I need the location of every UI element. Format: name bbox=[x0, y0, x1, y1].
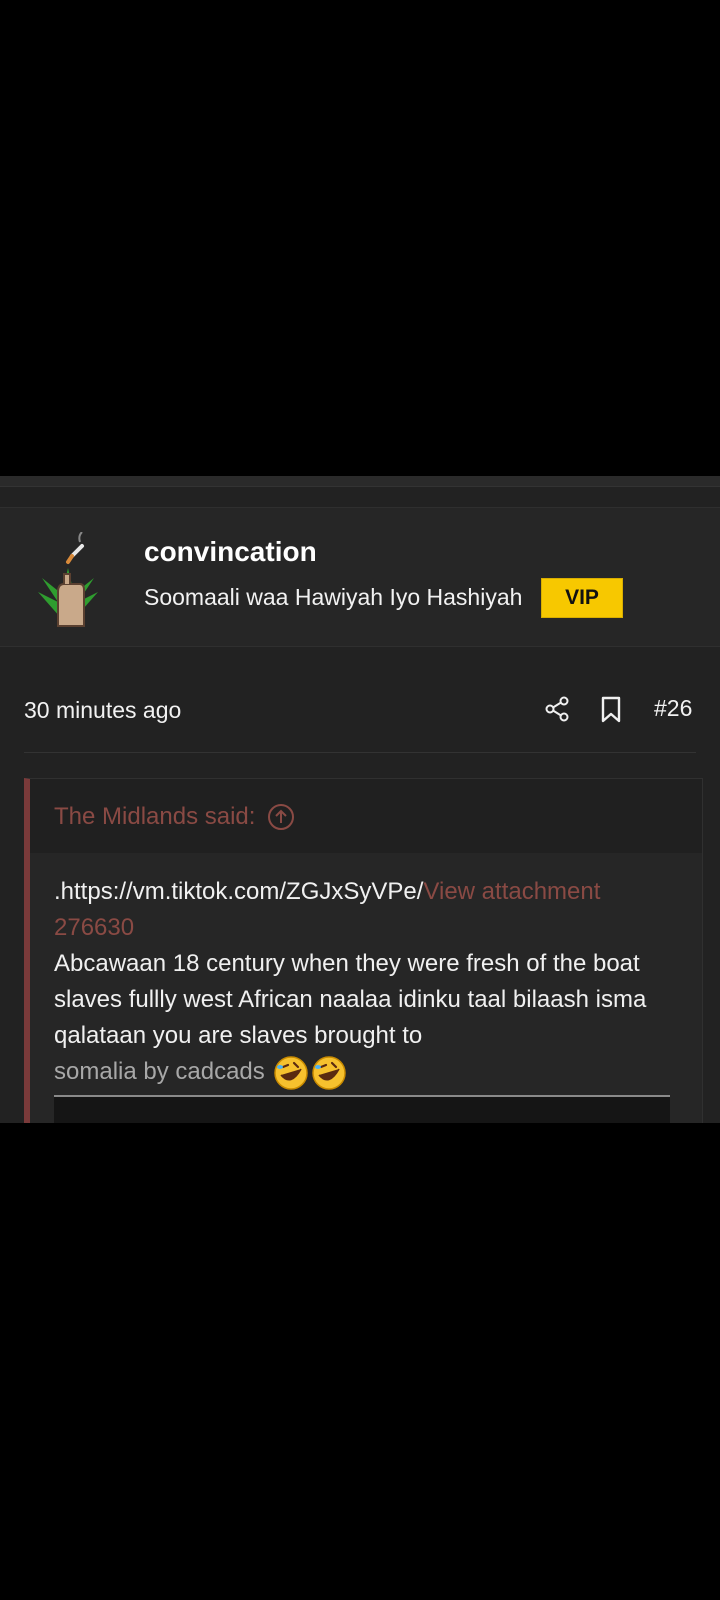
username[interactable]: convincation bbox=[144, 536, 317, 568]
share-icon[interactable] bbox=[544, 696, 570, 722]
quote-author-link[interactable]: The Midlands said: bbox=[54, 803, 295, 831]
post-timestamp[interactable]: 30 minutes ago bbox=[24, 697, 181, 724]
user-title: Soomaali waa Hawiyah Iyo Hashiyah bbox=[144, 584, 523, 610]
quote-author-label[interactable]: The Midlands said: bbox=[54, 803, 255, 831]
rolling-on-floor-laughing-emoji bbox=[273, 1055, 309, 1091]
quote-header: The Midlands said: bbox=[30, 779, 702, 853]
quote-block: The Midlands said: .https://vm.tiktok.co… bbox=[24, 778, 703, 1123]
quote-body: .https://vm.tiktok.com/ZGJxSyVPe/View at… bbox=[54, 874, 664, 1091]
post-container: convincation Soomaali waa Hawiyah Iyo Ha… bbox=[0, 476, 720, 1123]
top-divider bbox=[0, 486, 720, 487]
quote-url[interactable]: .https://vm.tiktok.com/ZGJxSyVPe/ bbox=[54, 878, 423, 905]
vip-badge: VIP bbox=[541, 578, 623, 618]
rolling-on-floor-laughing-emoji bbox=[311, 1055, 347, 1091]
quote-faded-text: somalia by cadcads bbox=[54, 1058, 265, 1085]
arrow-up-circle-icon[interactable] bbox=[267, 803, 295, 831]
bookmark-icon[interactable] bbox=[600, 696, 622, 724]
avatar[interactable] bbox=[28, 531, 108, 628]
top-strip bbox=[0, 476, 720, 486]
post-number-link[interactable]: #26 bbox=[654, 695, 692, 722]
user-header bbox=[0, 507, 720, 647]
quote-text: Abcawaan 18 century when they were fresh… bbox=[54, 950, 647, 1049]
header-divider bbox=[24, 752, 696, 753]
quote-embed-preview bbox=[54, 1097, 670, 1123]
